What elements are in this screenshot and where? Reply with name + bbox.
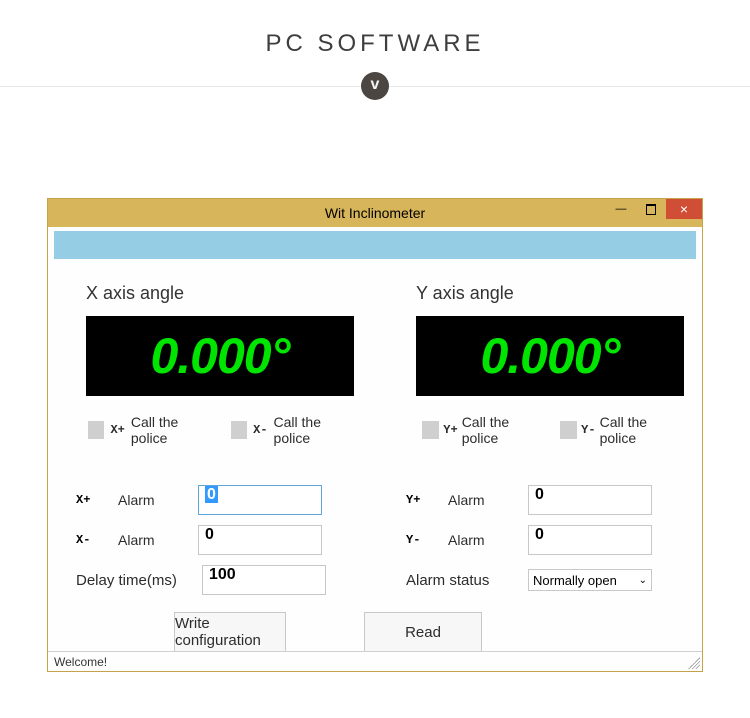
write-configuration-button[interactable]: Write configuration (174, 612, 286, 652)
toolbar-strip (54, 231, 696, 259)
x-plus-prefix: X+ (110, 423, 124, 437)
y-axis-heading: Y axis angle (416, 283, 684, 304)
x-minus-row-label: Alarm (118, 532, 198, 548)
page-title: PC SOFTWARE (0, 30, 750, 58)
titlebar[interactable]: Wit Inclinometer — × (48, 199, 702, 227)
chevron-down-icon: ⌄ (639, 575, 647, 586)
delay-time-label: Delay time(ms) (76, 572, 202, 589)
x-plus-row-label: Alarm (118, 492, 198, 508)
minimize-button[interactable]: — (606, 199, 636, 219)
alarm-status-label: Alarm status (406, 572, 528, 589)
y-minus-row-key: Y- (406, 533, 448, 547)
read-button[interactable]: Read (364, 612, 482, 652)
resize-grip[interactable] (688, 657, 700, 669)
x-minus-prefix: X- (253, 423, 267, 437)
x-minus-alarm-checkbox[interactable] (231, 421, 247, 439)
close-button[interactable]: × (666, 199, 702, 219)
y-minus-alarm-checkbox[interactable] (560, 421, 577, 439)
y-readout-value: 0.000° (480, 327, 619, 385)
y-plus-alarm-checkbox[interactable] (422, 421, 439, 439)
app-window: Wit Inclinometer — × X axis angle 0.000°… (47, 198, 703, 672)
header-separator: v (0, 86, 750, 87)
x-plus-alarm-label: Call the police (131, 414, 211, 446)
alarm-status-value: Normally open (533, 573, 617, 588)
x-plus-alarm-checkbox[interactable] (88, 421, 104, 439)
alarm-status-select[interactable]: Normally open ⌄ (528, 569, 652, 591)
y-plus-row-label: Alarm (448, 492, 528, 508)
y-minus-alarm-label: Call the police (600, 414, 684, 446)
x-minus-alarm-label: Call the police (274, 414, 354, 446)
status-text: Welcome! (54, 655, 107, 669)
y-minus-prefix: Y- (581, 423, 595, 437)
y-minus-alarm-input[interactable]: 0 (528, 525, 652, 555)
x-readout: 0.000° (86, 316, 354, 396)
x-minus-row-key: X- (76, 533, 118, 547)
y-plus-prefix: Y+ (443, 423, 457, 437)
y-minus-row-label: Alarm (448, 532, 528, 548)
delay-time-input[interactable]: 100 (202, 565, 326, 595)
x-plus-row-key: X+ (76, 493, 118, 507)
x-readout-value: 0.000° (150, 327, 289, 385)
header-badge: v (361, 72, 389, 100)
x-plus-alarm-input[interactable]: 0 (198, 485, 322, 515)
y-plus-alarm-input[interactable]: 0 (528, 485, 652, 515)
y-plus-row-key: Y+ (406, 493, 448, 507)
window-title: Wit Inclinometer (325, 205, 425, 221)
x-axis-heading: X axis angle (86, 283, 354, 304)
x-axis-panel: X axis angle 0.000° X+ Call the police X… (74, 283, 354, 600)
y-plus-alarm-label: Call the police (462, 414, 546, 446)
y-axis-panel: Y axis angle 0.000° Y+ Call the police Y… (404, 283, 684, 600)
x-minus-alarm-input[interactable]: 0 (198, 525, 322, 555)
status-bar: Welcome! (48, 651, 702, 671)
maximize-button[interactable] (636, 199, 666, 219)
y-readout: 0.000° (416, 316, 684, 396)
